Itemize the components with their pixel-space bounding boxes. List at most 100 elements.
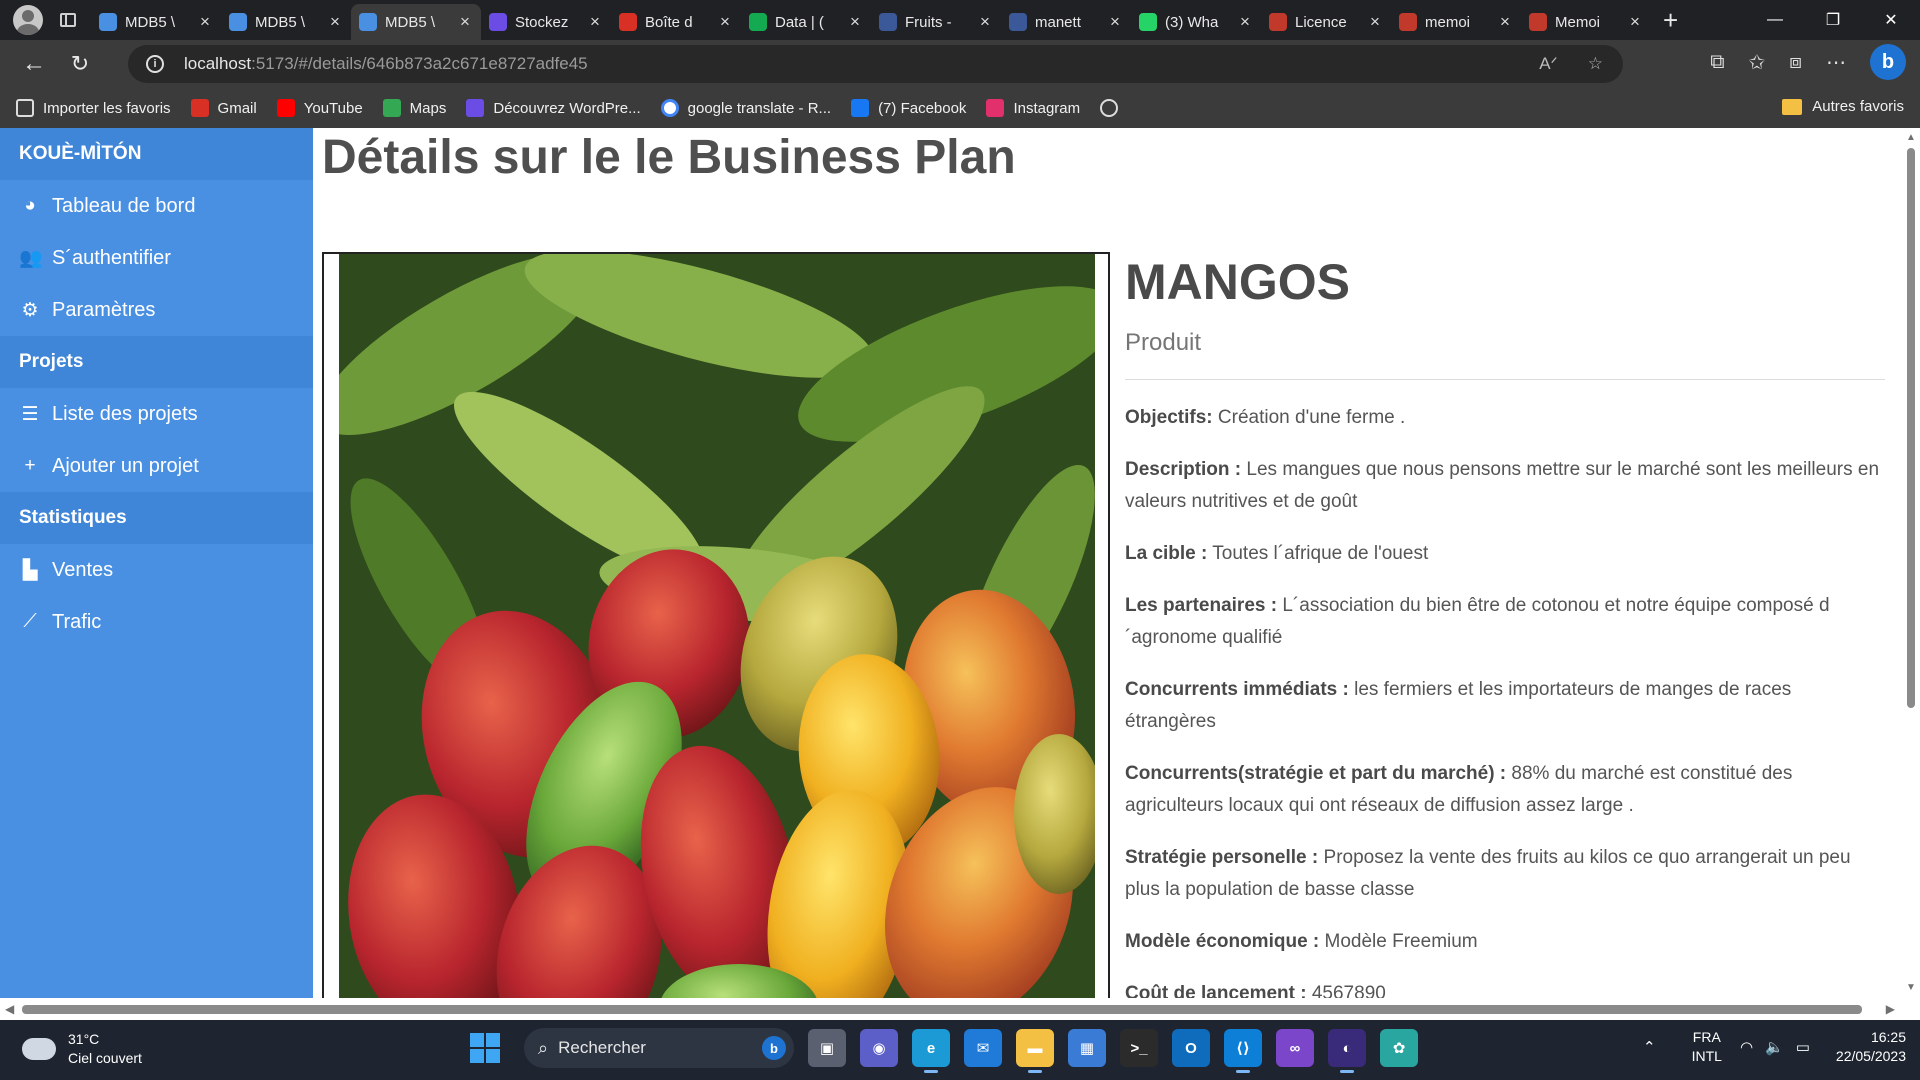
sidebar-brand[interactable]: KOUÈ-MÌTÓN [0,128,313,180]
collections-icon[interactable]: ⧈ [1789,51,1802,74]
profile-avatar-icon[interactable] [13,5,43,35]
browser-tab[interactable]: Stockez × [481,4,611,40]
edge-icon[interactable]: e [912,1029,950,1073]
tab-close-icon[interactable]: × [847,12,863,32]
browser-tab[interactable]: (3) Wha × [1131,4,1261,40]
sidebar-item-s-authentifier[interactable]: 👥 S´authentifier [0,232,313,284]
maximize-icon[interactable]: ❐ [1804,0,1862,40]
sidebar-section-projets[interactable]: Projets [0,336,313,388]
bookmark-item[interactable]: Maps [382,99,446,117]
browser-tab[interactable]: memoi × [1391,4,1521,40]
read-aloud-icon[interactable]: Aᐟ [1539,54,1558,74]
url-text[interactable]: localhost:5173/#/details/646b873a2c671e8… [184,54,588,74]
horizontal-scrollbar[interactable]: ◀ ▶ [0,998,1900,1020]
tab-close-icon[interactable]: × [977,12,993,32]
browser-tab[interactable]: MDB5 \ × [91,4,221,40]
sidebar-item-tableau-de-bord[interactable]: ◕ Tableau de bord [0,180,313,232]
bookmark-item[interactable]: Importer les favoris [16,99,171,117]
tab-close-icon[interactable]: × [1497,12,1513,32]
tab-close-icon[interactable]: × [327,12,343,32]
sidebar-item-parame-tres[interactable]: ⚙ Paramètres [0,284,313,336]
browser-tab[interactable]: Data | (× [741,4,871,40]
browser-tab[interactable]: Memoi × [1521,4,1651,40]
taskbar-search[interactable]: ⌕ Rechercher b [524,1028,794,1068]
address-bar[interactable]: i localhost:5173/#/details/646b873a2c671… [128,45,1623,83]
sidebar-section-statistiques[interactable]: Statistiques [0,492,313,544]
minimize-icon[interactable]: — [1746,0,1804,40]
bing-icon[interactable]: b [762,1036,786,1060]
back-icon[interactable]: ← [14,44,54,84]
task-view-icon[interactable]: ▣ [808,1029,846,1067]
browser-tab[interactable]: MDB5 \ × [351,4,481,40]
browser-tab[interactable]: Licence × [1261,4,1391,40]
browser-tab[interactable]: manett × [1001,4,1131,40]
bookmark-item[interactable]: (7) Facebook [851,99,966,117]
vscode-icon[interactable]: ⟨⟩ [1224,1029,1262,1073]
sidebar-item-trafic[interactable]: ⟋ Trafic [0,596,313,648]
tab-close-icon[interactable]: × [1237,12,1253,32]
sidebar-item-liste-des-projets[interactable]: ☰ Liste des projets [0,388,313,440]
scroll-left-icon[interactable]: ◀ [5,1002,14,1016]
other-favorites[interactable]: Autres favoris [1782,98,1904,115]
explorer-icon[interactable]: ▬ [1016,1029,1054,1073]
browser-tab[interactable]: MDB5 \ × [221,4,351,40]
sidebar-item-ventes[interactable]: ▙ Ventes [0,544,313,596]
tray-overflow-icon[interactable]: ⌃ [1643,1038,1656,1056]
wifi-icon[interactable]: ◠ [1740,1038,1753,1056]
scroll-right-icon[interactable]: ▶ [1886,1002,1895,1016]
field-label: Objectifs: [1125,407,1213,428]
tab-close-icon[interactable]: × [1107,12,1123,32]
search-icon: ⌕ [538,1037,549,1058]
terminal-icon[interactable]: >_ [1120,1029,1158,1067]
extensions-icon[interactable]: ⧉ [1710,51,1724,74]
vertical-scrollbar[interactable]: ▲ ▼ [1902,128,1920,998]
bookmark-item[interactable]: Instagram [986,99,1080,117]
visual-studio-icon[interactable]: ∞ [1276,1029,1314,1067]
field-value: Création d'une ferme . [1217,407,1406,428]
tab-title: MDB5 \ [255,13,306,31]
favorites-icon[interactable]: ✩ [1749,50,1766,75]
close-window-icon[interactable]: ✕ [1862,0,1920,40]
tab-close-icon[interactable]: × [197,12,213,32]
tab-close-icon[interactable]: × [1627,12,1643,32]
windows-start-icon[interactable] [470,1033,500,1063]
meet-icon[interactable]: ◉ [860,1029,898,1067]
bing-copilot-icon[interactable]: b [1870,44,1906,80]
scroll-up-icon[interactable]: ▲ [1906,133,1916,143]
more-menu-icon[interactable]: ⋯ [1826,50,1846,75]
sidebar-item-ajouter-un-projet[interactable]: + Ajouter un projet [0,440,313,492]
browser-tab[interactable]: Boîte d × [611,4,741,40]
horizontal-scroll-thumb[interactable] [22,1005,1862,1014]
outlook-icon[interactable]: O [1172,1029,1210,1067]
weather-widget[interactable]: 31°C Ciel couvert [18,1030,142,1068]
clock[interactable]: 16:25 22/05/2023 [1836,1028,1906,1066]
globe-app-icon[interactable]: ✿ [1380,1029,1418,1067]
tab-close-icon[interactable]: × [457,12,473,32]
battery-icon[interactable]: ▭ [1796,1038,1810,1056]
bookmark-item[interactable] [1100,99,1127,117]
bookmark-item[interactable]: google translate - R... [660,99,832,117]
tab-actions-icon[interactable] [55,9,81,31]
bookmark-item[interactable]: YouTube [276,99,363,117]
tab-close-icon[interactable]: × [717,12,733,32]
whatsapp-icon [1139,13,1157,31]
add-favorite-icon[interactable]: ☆ [1588,54,1603,74]
eclipse-icon[interactable]: ◐ [1328,1029,1366,1073]
info-icon[interactable]: i [146,55,164,73]
vertical-scroll-thumb[interactable] [1907,148,1915,708]
bookmark-item[interactable]: Gmail [190,99,257,117]
mail-icon[interactable]: ✉ [964,1029,1002,1067]
scroll-down-icon[interactable]: ▼ [1906,983,1916,993]
main-content: Détails sur le le Business Plan MANGOS P… [313,128,1900,998]
browser-tab[interactable]: Fruits - × [871,4,1001,40]
bookmark-label: google translate - R... [687,99,832,117]
tab-close-icon[interactable]: × [1367,12,1383,32]
new-tab-icon[interactable]: + [1663,2,1678,38]
volume-icon[interactable]: 🔈 [1765,1038,1784,1056]
field-value: Modèle Freemium [1324,931,1478,952]
language-indicator[interactable]: FRA INTL [1692,1028,1722,1066]
store-icon[interactable]: ▦ [1068,1029,1106,1067]
bookmark-item[interactable]: Découvrez WordPre... [466,99,641,117]
refresh-icon[interactable]: ↻ [60,44,100,84]
tab-close-icon[interactable]: × [587,12,603,32]
